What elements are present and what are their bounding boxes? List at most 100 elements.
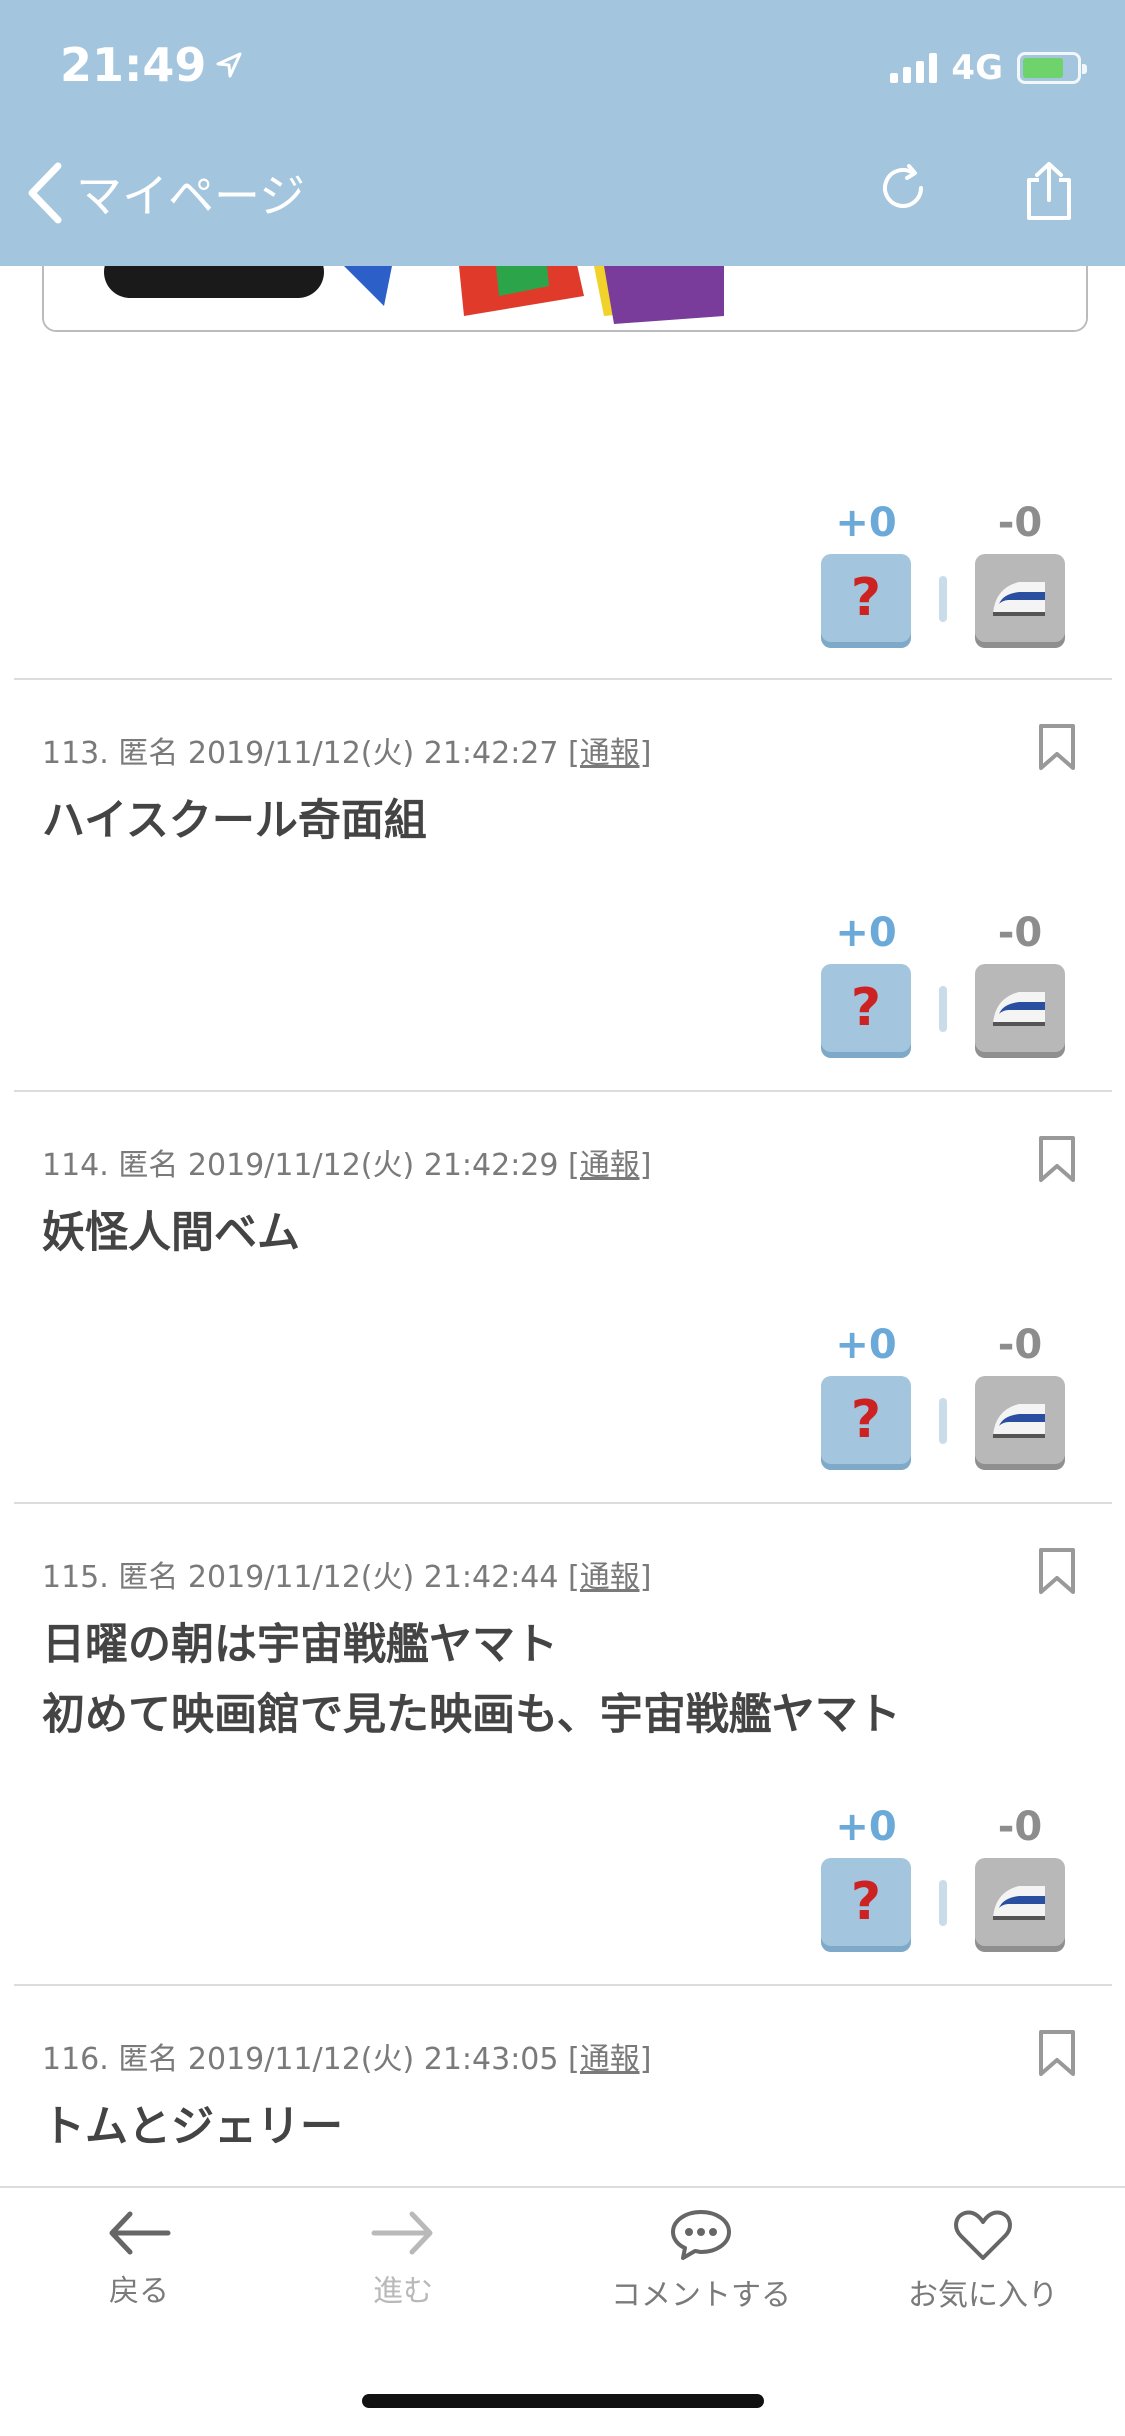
plus-vote: +0 ? xyxy=(821,1804,911,1946)
post-datetime: 2019/11/12(火) 21:42:29 xyxy=(187,1148,559,1183)
network-type: 4G xyxy=(951,48,1003,88)
post-author: 匿名 xyxy=(118,2042,179,2077)
post-number: 115. xyxy=(42,1560,109,1595)
post-meta: 113. 匿名 2019/11/12(火) 21:42:27 [通報] xyxy=(42,728,651,772)
post-body: 妖怪人間ベム xyxy=(42,1198,300,1268)
vote-controls: +0 ? -0 xyxy=(821,1322,1065,1464)
toolbar-comment-label: コメントする xyxy=(611,2278,791,2313)
vote-controls: +0 ? -0 xyxy=(821,1804,1065,1946)
back-to-mypage-button[interactable]: マイページ xyxy=(24,160,305,226)
toolbar-forward-label: 進む xyxy=(373,2274,433,2309)
post-author: 匿名 xyxy=(118,736,179,771)
plus-count: +0 xyxy=(835,1804,897,1850)
plus-count: +0 xyxy=(835,910,897,956)
post-meta: 115. 匿名 2019/11/12(火) 21:42:44 [通報] xyxy=(42,1552,651,1596)
post-datetime: 2019/11/12(火) 21:42:27 xyxy=(187,736,559,771)
post-divider xyxy=(14,1984,1112,1986)
post-number: 116. xyxy=(42,2042,109,2077)
minus-vote: -0 xyxy=(975,910,1065,1052)
post-body: ハイスクール奇面組 xyxy=(42,786,427,856)
post-meta: 116. 匿名 2019/11/12(火) 21:43:05 [通報] xyxy=(42,2034,651,2078)
toolbar-favorite-label: お気に入り xyxy=(908,2278,1058,2313)
status-indicators: 4G xyxy=(890,48,1087,88)
post-line: 妖怪人間ベム xyxy=(42,1208,300,1258)
minus-vote: -0 xyxy=(975,500,1065,642)
cellular-signal-icon xyxy=(890,53,938,83)
status-time: 21:49 xyxy=(60,38,244,92)
speech-bubble-icon xyxy=(671,2210,731,2260)
question-mark-icon: ? xyxy=(850,568,882,628)
back-label: マイページ xyxy=(76,169,306,223)
report-link[interactable]: [通報] xyxy=(568,736,651,771)
post-body: トムとジェリー xyxy=(42,2092,343,2162)
post-line: 初めて映画館で見た映画も、宇宙戦艦ヤマト xyxy=(42,1690,901,1740)
battery-icon xyxy=(1017,52,1087,84)
toolbar-back-button[interactable]: 戻る xyxy=(24,2208,254,2310)
minus-count: -0 xyxy=(997,910,1043,956)
chevron-left-icon xyxy=(28,162,62,224)
question-mark-icon: ? xyxy=(850,1390,882,1450)
report-link[interactable]: [通報] xyxy=(568,1148,651,1183)
minus-vote: -0 xyxy=(975,1322,1065,1464)
post-meta: 114. 匿名 2019/11/12(火) 21:42:29 [通報] xyxy=(42,1140,651,1184)
bookmark-icon[interactable] xyxy=(1037,2028,1077,2078)
arrow-left-icon xyxy=(109,2211,171,2255)
report-link[interactable]: [通報] xyxy=(568,2042,651,2077)
post-divider xyxy=(14,1502,1112,1504)
plus-vote-button[interactable]: ? xyxy=(821,1376,911,1464)
nav-actions xyxy=(875,160,1077,222)
status-time-text: 21:49 xyxy=(60,38,207,92)
post-body: 日曜の朝は宇宙戦艦ヤマト 初めて映画館で見た映画も、宇宙戦艦ヤマト xyxy=(42,1610,901,1750)
plus-vote-button[interactable]: ? xyxy=(821,964,911,1052)
minus-vote-button[interactable] xyxy=(975,554,1065,642)
plus-count: +0 xyxy=(835,500,897,546)
bullet-train-icon xyxy=(993,1404,1045,1438)
plus-vote: +0 ? xyxy=(821,910,911,1052)
minus-count: -0 xyxy=(997,1804,1043,1850)
minus-vote-button[interactable] xyxy=(975,1858,1065,1946)
post-divider xyxy=(14,678,1112,680)
post-datetime: 2019/11/12(火) 21:43:05 xyxy=(187,2042,559,2077)
vote-controls: +0 ? -0 xyxy=(821,910,1065,1052)
post-datetime: 2019/11/12(火) 21:42:44 xyxy=(187,1560,559,1595)
plus-vote-button[interactable]: ? xyxy=(821,554,911,642)
arrow-right-icon xyxy=(371,2211,433,2255)
vote-separator xyxy=(939,1880,947,1926)
post-divider xyxy=(14,1090,1112,1092)
home-indicator[interactable] xyxy=(362,2394,764,2408)
toolbar-comment-button[interactable]: コメントする xyxy=(586,2208,816,2314)
bullet-train-icon xyxy=(993,992,1045,1026)
share-icon[interactable] xyxy=(1021,160,1077,222)
image-banner[interactable] xyxy=(42,266,1088,332)
vote-separator xyxy=(939,576,947,622)
question-mark-icon: ? xyxy=(850,1872,882,1932)
vote-separator xyxy=(939,1398,947,1444)
minus-vote-button[interactable] xyxy=(975,1376,1065,1464)
vote-controls-112: +0 ? -0 xyxy=(821,500,1065,642)
post-line: トムとジェリー xyxy=(42,2102,343,2152)
post-line: ハイスクール奇面組 xyxy=(42,796,427,846)
bullet-train-icon xyxy=(993,1886,1045,1920)
bookmark-icon[interactable] xyxy=(1037,722,1077,772)
plus-count: +0 xyxy=(835,1322,897,1368)
toolbar-back-label: 戻る xyxy=(109,2274,169,2309)
post-author: 匿名 xyxy=(118,1148,179,1183)
bookmark-icon[interactable] xyxy=(1037,1546,1077,1596)
plus-vote-button[interactable]: ? xyxy=(821,1858,911,1946)
post-number: 113. xyxy=(42,736,109,771)
reload-icon[interactable] xyxy=(875,160,931,216)
minus-vote-button[interactable] xyxy=(975,964,1065,1052)
toolbar-forward-button[interactable]: 進む xyxy=(288,2208,518,2310)
vote-separator xyxy=(939,986,947,1032)
toolbar-favorite-button[interactable]: お気に入り xyxy=(868,2208,1098,2314)
thread-content[interactable]: +0 ? -0 113. 匿名 2019/11/12(火) 21:42:27 [… xyxy=(0,266,1125,2186)
heart-icon xyxy=(954,2210,1012,2260)
minus-vote: -0 xyxy=(975,1804,1065,1946)
bullet-train-icon xyxy=(993,582,1045,616)
question-mark-icon: ? xyxy=(850,978,882,1038)
bookmark-icon[interactable] xyxy=(1037,1134,1077,1184)
minus-count: -0 xyxy=(997,500,1043,546)
plus-vote: +0 ? xyxy=(821,1322,911,1464)
report-link[interactable]: [通報] xyxy=(568,1560,651,1595)
post-number: 114. xyxy=(42,1148,109,1183)
